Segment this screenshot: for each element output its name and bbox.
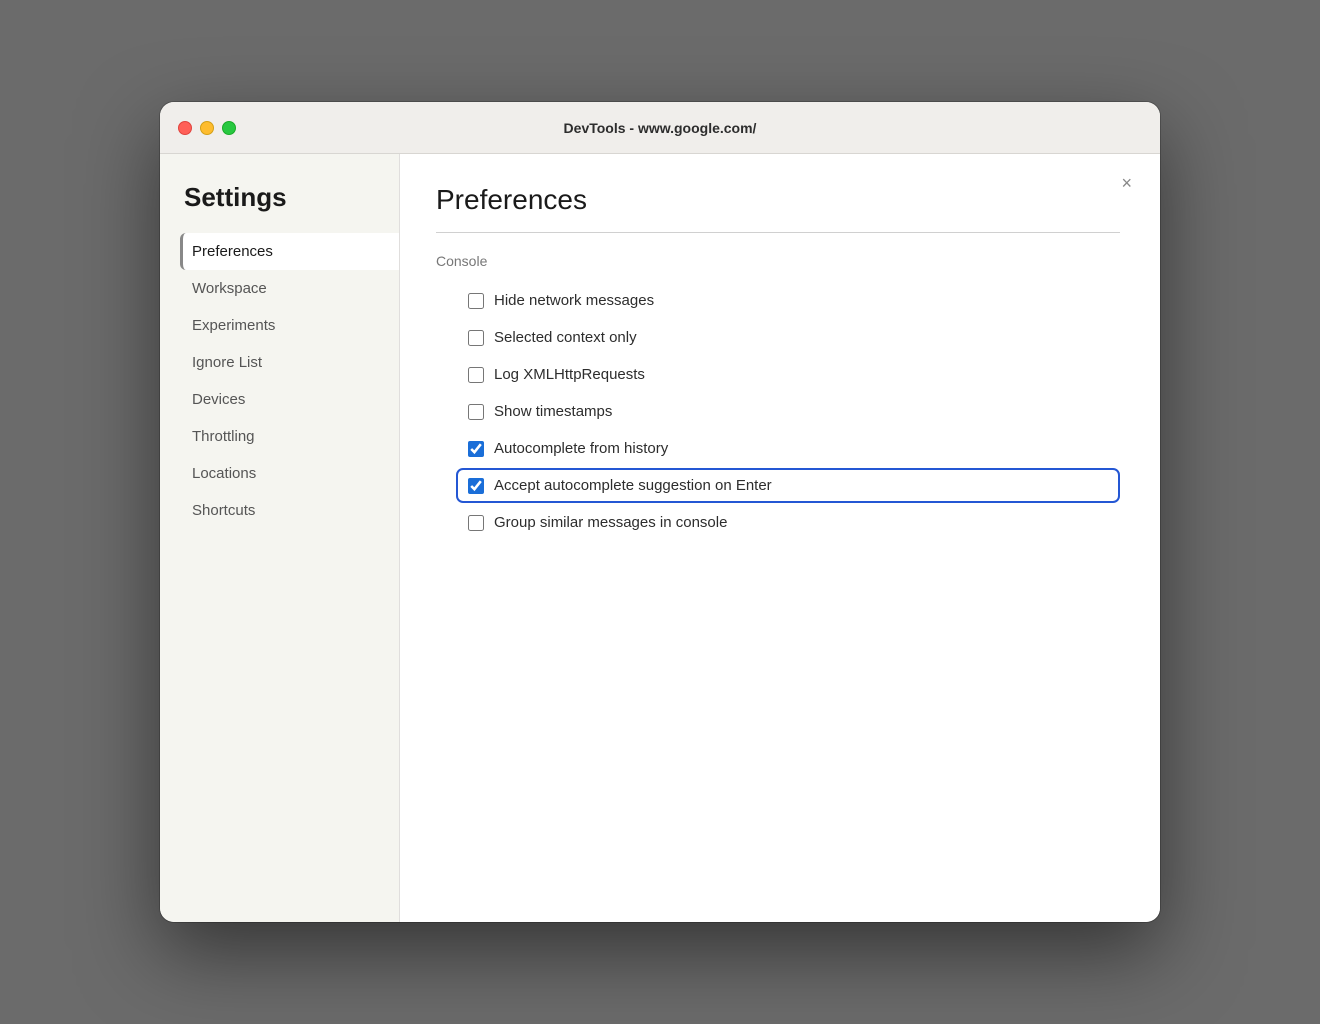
- selected-context-checkbox[interactable]: [468, 330, 484, 346]
- sidebar-item-devices[interactable]: Devices: [180, 381, 399, 418]
- autocomplete-enter-label: Accept autocomplete suggestion on Enter: [494, 477, 772, 494]
- window-title: DevTools - www.google.com/: [564, 120, 757, 136]
- show-timestamps-checkbox[interactable]: [468, 404, 484, 420]
- selected-context-label: Selected context only: [494, 329, 637, 346]
- maximize-traffic-light[interactable]: [222, 121, 236, 135]
- window-body: Settings Preferences Workspace Experimen…: [160, 154, 1160, 922]
- checkbox-item-hide-network[interactable]: Hide network messages: [456, 283, 1120, 318]
- checkbox-item-group-similar[interactable]: Group similar messages in console: [456, 505, 1120, 540]
- autocomplete-enter-checkbox[interactable]: [468, 478, 484, 494]
- checkbox-item-selected-context[interactable]: Selected context only: [456, 320, 1120, 355]
- sidebar-item-throttling[interactable]: Throttling: [180, 418, 399, 455]
- traffic-lights: [178, 121, 236, 135]
- devtools-window: DevTools - www.google.com/ Settings Pref…: [160, 102, 1160, 922]
- main-content: × Preferences Console Hide network messa…: [400, 154, 1160, 922]
- minimize-traffic-light[interactable]: [200, 121, 214, 135]
- console-subsection-label: Console: [436, 253, 1120, 269]
- checkbox-item-show-timestamps[interactable]: Show timestamps: [456, 394, 1120, 429]
- title-bar: DevTools - www.google.com/: [160, 102, 1160, 154]
- sidebar-item-ignore-list[interactable]: Ignore List: [180, 344, 399, 381]
- autocomplete-history-label: Autocomplete from history: [494, 440, 668, 457]
- sidebar-item-preferences[interactable]: Preferences: [180, 233, 399, 270]
- preferences-title: Preferences: [436, 184, 1120, 216]
- close-traffic-light[interactable]: [178, 121, 192, 135]
- sidebar-item-locations[interactable]: Locations: [180, 455, 399, 492]
- close-button[interactable]: ×: [1113, 170, 1140, 196]
- sidebar-nav: Preferences Workspace Experiments Ignore…: [180, 233, 399, 529]
- sidebar-item-experiments[interactable]: Experiments: [180, 307, 399, 344]
- sidebar-heading: Settings: [180, 182, 399, 213]
- group-similar-checkbox[interactable]: [468, 515, 484, 531]
- hide-network-label: Hide network messages: [494, 292, 654, 309]
- sidebar: Settings Preferences Workspace Experimen…: [160, 154, 400, 922]
- checkbox-item-autocomplete-enter[interactable]: Accept autocomplete suggestion on Enter: [456, 468, 1120, 503]
- checkbox-group: Hide network messages Selected context o…: [436, 283, 1120, 540]
- show-timestamps-label: Show timestamps: [494, 403, 612, 420]
- group-similar-label: Group similar messages in console: [494, 514, 727, 531]
- checkbox-item-log-xml[interactable]: Log XMLHttpRequests: [456, 357, 1120, 392]
- section-divider: [436, 232, 1120, 233]
- log-xml-label: Log XMLHttpRequests: [494, 366, 645, 383]
- hide-network-checkbox[interactable]: [468, 293, 484, 309]
- checkbox-item-autocomplete-history[interactable]: Autocomplete from history: [456, 431, 1120, 466]
- sidebar-item-workspace[interactable]: Workspace: [180, 270, 399, 307]
- autocomplete-history-checkbox[interactable]: [468, 441, 484, 457]
- log-xml-checkbox[interactable]: [468, 367, 484, 383]
- sidebar-item-shortcuts[interactable]: Shortcuts: [180, 492, 399, 529]
